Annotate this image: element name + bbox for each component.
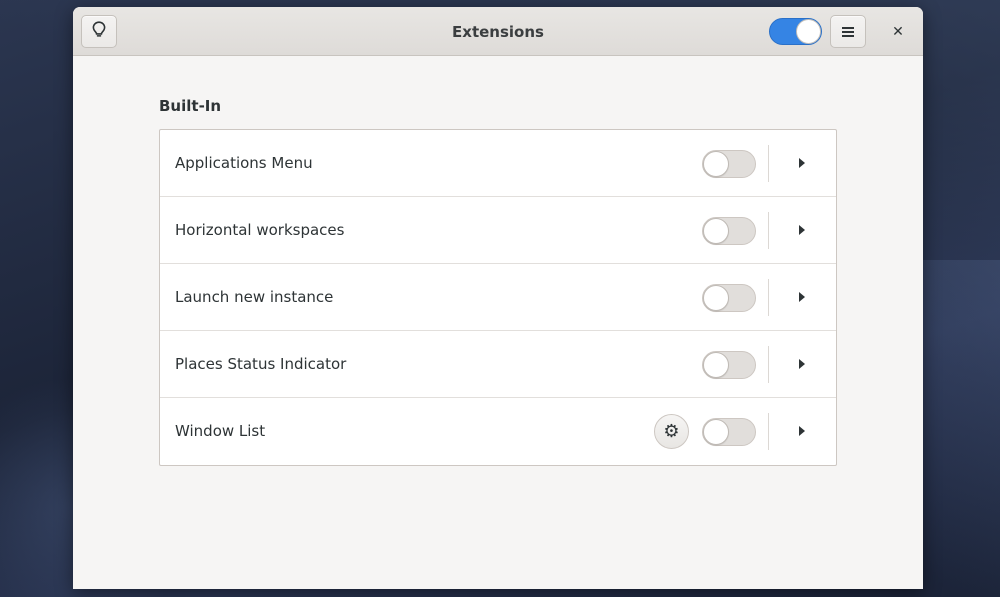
extension-toggle[interactable] xyxy=(702,217,756,245)
extensions-list: Applications Menu Horizontal workspaces … xyxy=(159,129,837,466)
lightbulb-icon xyxy=(92,21,106,42)
hamburger-menu-icon xyxy=(842,26,854,37)
list-item-horizontal-workspaces[interactable]: Horizontal workspaces xyxy=(160,197,836,264)
expand-button[interactable] xyxy=(790,151,814,175)
extension-name: Horizontal workspaces xyxy=(175,221,345,239)
extension-name: Places Status Indicator xyxy=(175,355,347,373)
chevron-right-icon xyxy=(799,426,805,436)
switch-knob xyxy=(796,19,821,44)
divider xyxy=(768,212,769,249)
divider xyxy=(768,413,769,450)
extension-name: Launch new instance xyxy=(175,288,334,306)
section-title: Built-In xyxy=(159,97,222,115)
extension-toggle[interactable] xyxy=(702,351,756,379)
divider xyxy=(768,346,769,383)
chevron-right-icon xyxy=(799,225,805,235)
gear-icon: ⚙ xyxy=(663,420,680,442)
extensions-window: Extensions ✕ Built-In Applications Menu … xyxy=(73,7,923,589)
main-menu-button[interactable] xyxy=(830,15,866,48)
list-item-places-status-indicator[interactable]: Places Status Indicator xyxy=(160,331,836,398)
switch-knob xyxy=(703,218,729,244)
chevron-right-icon xyxy=(799,158,805,168)
extension-toggle[interactable] xyxy=(702,418,756,446)
switch-knob xyxy=(703,419,729,445)
expand-button[interactable] xyxy=(790,419,814,443)
switch-knob xyxy=(703,285,729,311)
expand-button[interactable] xyxy=(790,218,814,242)
extension-name: Applications Menu xyxy=(175,154,313,172)
close-icon: ✕ xyxy=(892,23,904,40)
main-content: Built-In Applications Menu Horizontal wo… xyxy=(159,97,837,466)
chevron-right-icon xyxy=(799,359,805,369)
list-item-applications-menu[interactable]: Applications Menu xyxy=(160,130,836,197)
divider xyxy=(768,145,769,182)
list-item-launch-new-instance[interactable]: Launch new instance xyxy=(160,264,836,331)
extension-settings-button[interactable]: ⚙ xyxy=(654,414,689,449)
extension-toggle[interactable] xyxy=(702,284,756,312)
tips-button[interactable] xyxy=(81,15,117,48)
header-bar: Extensions ✕ xyxy=(73,7,923,56)
list-item-window-list[interactable]: Window List ⚙ xyxy=(160,398,836,465)
switch-knob xyxy=(703,151,729,177)
divider xyxy=(768,279,769,316)
switch-knob xyxy=(703,352,729,378)
chevron-right-icon xyxy=(799,292,805,302)
close-button[interactable]: ✕ xyxy=(881,15,915,48)
global-extensions-switch[interactable] xyxy=(769,18,822,45)
extension-name: Window List xyxy=(175,422,266,440)
extension-toggle[interactable] xyxy=(702,150,756,178)
expand-button[interactable] xyxy=(790,285,814,309)
expand-button[interactable] xyxy=(790,352,814,376)
